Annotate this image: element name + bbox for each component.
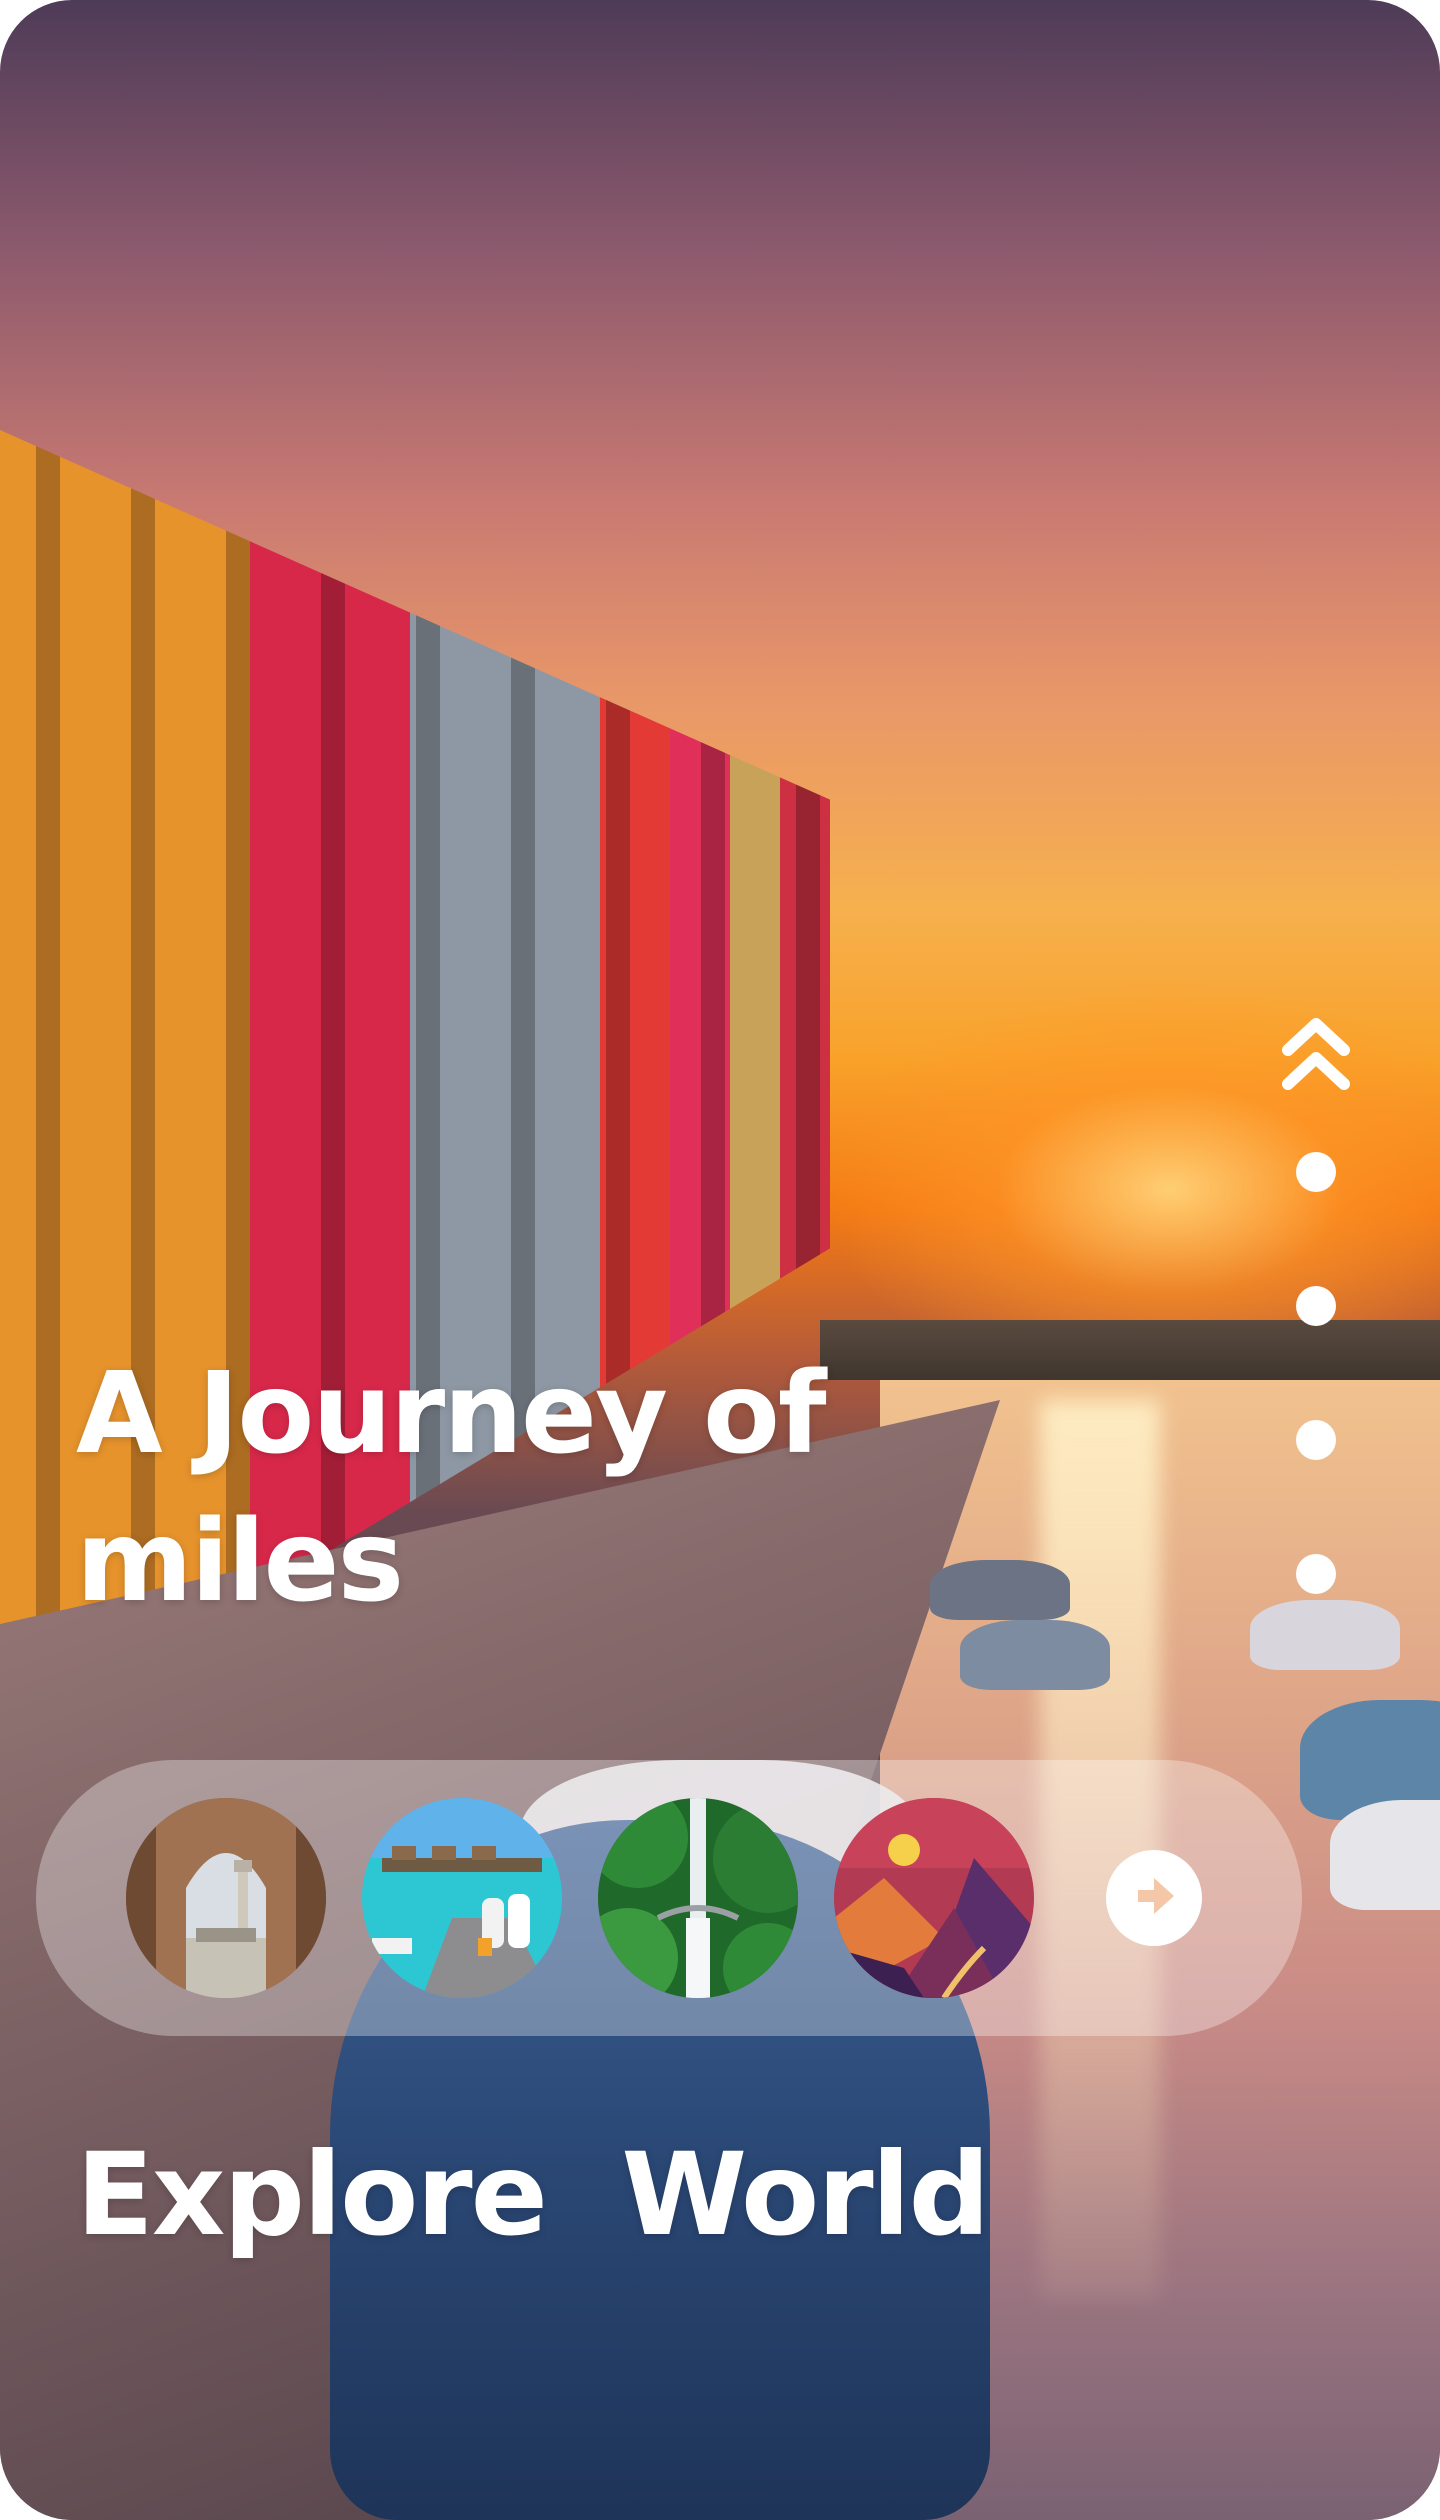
destinations-carousel <box>36 1760 1302 2036</box>
moored-boat <box>960 1620 1110 1690</box>
arrow-right-circle-icon <box>1124 1866 1184 1930</box>
app-screen: A Journey of miles Explore World <box>0 0 1440 2520</box>
next-destination-button[interactable] <box>1106 1850 1202 1946</box>
pager-dot-3[interactable] <box>1296 1420 1336 1460</box>
pager-dot-4[interactable] <box>1296 1554 1336 1594</box>
destination-thumbnail-mountains[interactable] <box>834 1798 1034 1998</box>
double-chevron-up-icon[interactable] <box>1280 1010 1352 1098</box>
pager-dot-1[interactable] <box>1296 1152 1336 1192</box>
destination-thumbnail-waterfall[interactable] <box>598 1798 798 1998</box>
pager-dot-2[interactable] <box>1296 1286 1336 1326</box>
moored-boat <box>1250 1600 1400 1670</box>
destination-thumbnail-beach[interactable] <box>362 1798 562 1998</box>
explore-world-heading: Explore World <box>76 2128 990 2261</box>
slide-pager <box>1280 1010 1352 1594</box>
hero-title: A Journey of miles <box>76 1349 827 1627</box>
destination-thumbnail-arch[interactable] <box>126 1798 326 1998</box>
moored-boat <box>1330 1800 1440 1910</box>
